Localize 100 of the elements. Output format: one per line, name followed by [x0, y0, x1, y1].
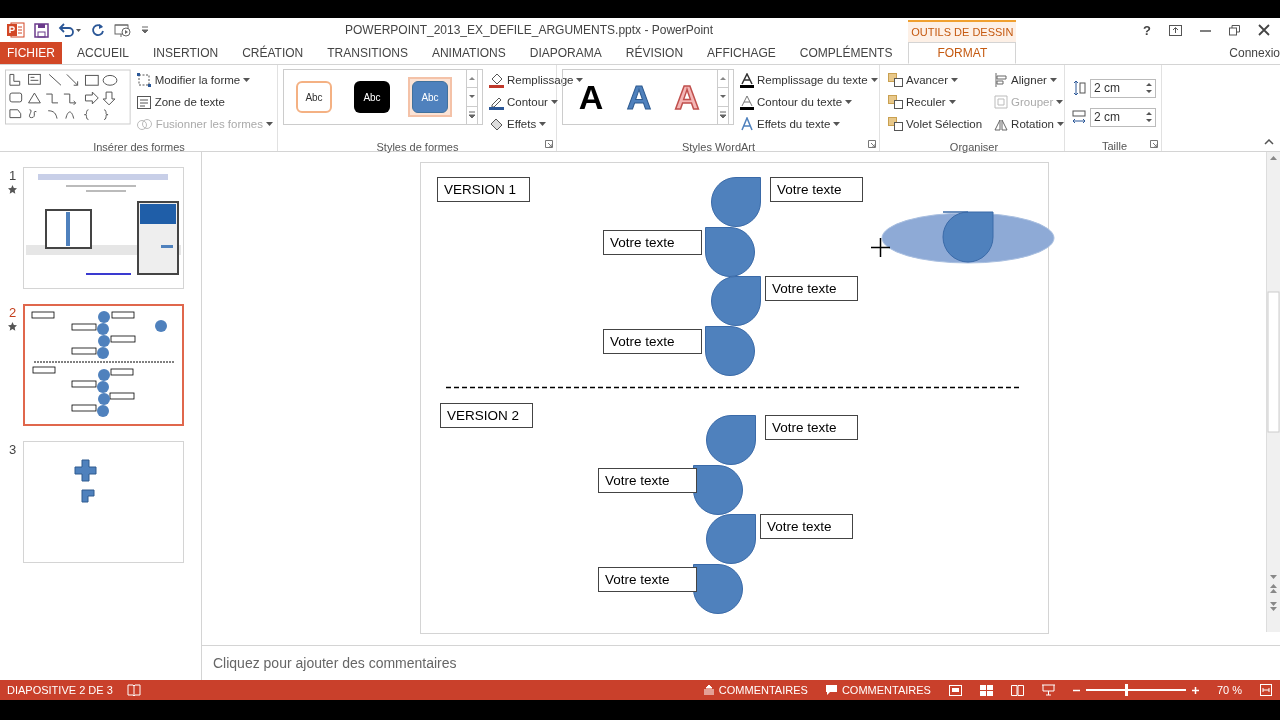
slideshow-icon[interactable]: [1041, 684, 1055, 696]
slide-indicator[interactable]: DIAPOSITIVE 2 DE 3: [7, 684, 113, 696]
sign-in-link[interactable]: Connexio: [1229, 42, 1280, 64]
version-label: VERSION 2: [440, 403, 533, 428]
teardrop-shape: [711, 276, 761, 326]
ribbon-tab[interactable]: TRANSITIONS: [315, 42, 420, 64]
crosshair-cursor-icon: [871, 238, 890, 257]
save-icon[interactable]: [34, 22, 49, 38]
selection-pane-icon: [888, 117, 903, 131]
ribbon-tab[interactable]: DIAPORAMA: [517, 42, 614, 64]
style-swatch[interactable]: Abc: [408, 77, 452, 117]
ribbon-button[interactable]: Avancer: [888, 71, 983, 89]
ribbon-tab[interactable]: FICHIER: [0, 42, 62, 64]
teardrop-shape: [711, 177, 761, 227]
ribbon-tab[interactable]: COMPLÉMENTS: [787, 42, 905, 64]
text-box: Votre texte: [765, 415, 858, 440]
customize-caret-icon[interactable]: [141, 26, 149, 34]
edit-shape-icon: [136, 73, 151, 87]
dialog-launcher-icon[interactable]: [868, 140, 876, 148]
group-label: Styles WordArt: [681, 141, 756, 153]
ribbon-display-icon[interactable]: [1169, 24, 1182, 36]
teardrop-shape: [706, 514, 756, 564]
powerpoint-logo-icon: [7, 22, 25, 38]
ribbon-button[interactable]: Remplissage: [489, 71, 584, 89]
text-box: Votre texte: [598, 468, 697, 493]
ribbon-button[interactable]: Effets: [489, 115, 584, 133]
ribbon-button[interactable]: Effets du texte: [740, 115, 878, 133]
text-box: Votre texte: [603, 230, 702, 255]
dialog-launcher-icon[interactable]: [1150, 140, 1158, 148]
collapse-ribbon-icon[interactable]: [1264, 139, 1274, 145]
layers-icon: [888, 95, 903, 109]
effects-icon: [489, 116, 504, 132]
teardrop-shape: [705, 227, 755, 277]
undo-icon[interactable]: [58, 23, 82, 37]
slide-number: 3: [8, 443, 17, 457]
close-icon[interactable]: [1258, 24, 1270, 36]
ribbon-tab[interactable]: CRÉATION: [230, 42, 316, 64]
group-label: Taille: [1101, 140, 1128, 152]
slideshow-icon[interactable]: [114, 22, 132, 38]
ribbon-tab[interactable]: INSERTION: [141, 42, 231, 64]
zoom-in-icon[interactable]: [1191, 686, 1199, 694]
slide-thumbnail[interactable]: [23, 304, 184, 426]
teardrop-shape: [705, 326, 755, 376]
normal-view-icon[interactable]: [948, 684, 962, 696]
slide-number: 1: [8, 169, 17, 183]
zoom-level[interactable]: 70 %: [1216, 684, 1242, 696]
dialog-launcher-icon[interactable]: [545, 140, 553, 148]
shape-height-icon: [1072, 80, 1086, 96]
help-button[interactable]: ?: [1143, 22, 1151, 38]
rotate-icon: [994, 117, 1009, 131]
text-box: Votre texte: [603, 329, 702, 354]
spell-check-icon[interactable]: [126, 684, 141, 696]
ribbon-button[interactable]: Zone de texte: [136, 93, 273, 111]
ribbon-button[interactable]: Rotation: [994, 115, 1064, 133]
redo-icon[interactable]: [91, 23, 105, 37]
text-box-icon: [136, 95, 151, 109]
shape-gallery-drawing[interactable]: [5, 69, 131, 125]
selected-shape-drawing[interactable]: [881, 211, 1056, 265]
comments-button[interactable]: COMMENTAIRES: [825, 684, 931, 696]
fit-slide-icon[interactable]: [1260, 684, 1272, 696]
notes-button[interactable]: COMMENTAIRES: [703, 684, 808, 696]
vertical-scrollbar[interactable]: [1266, 152, 1280, 632]
height-field[interactable]: 2 cm: [1090, 78, 1156, 98]
ribbon-button[interactable]: Reculer: [888, 93, 983, 111]
gallery-scroll-icon[interactable]: [717, 69, 729, 125]
notes-icon: [703, 685, 714, 695]
ribbon-tab[interactable]: AFFICHAGE: [695, 42, 788, 64]
group-label: Insérer des formes: [93, 141, 185, 153]
text-fill-icon: [740, 72, 754, 88]
wordart-swatch[interactable]: A: [621, 77, 657, 117]
width-field[interactable]: 2 cm: [1090, 107, 1156, 127]
ribbon-tab[interactable]: ACCUEIL: [65, 42, 141, 64]
spinner-icon[interactable]: [1146, 82, 1152, 94]
paint-bucket-icon: [489, 72, 504, 88]
text-box: Votre texte: [770, 177, 863, 202]
spinner-icon[interactable]: [1146, 111, 1152, 123]
ribbon-button[interactable]: Volet Sélection: [888, 115, 983, 133]
slide-sorter-icon[interactable]: [979, 684, 993, 696]
notes-placeholder[interactable]: Cliquez pour ajouter des commentaires: [213, 655, 457, 671]
text-box: Votre texte: [598, 567, 697, 592]
group-label: Styles de formes: [376, 141, 459, 153]
text-box: Votre texte: [760, 514, 853, 539]
version-label: VERSION 1: [437, 177, 530, 202]
ribbon-button[interactable]: Modifier la forme: [136, 71, 273, 89]
comment-icon: [825, 685, 837, 695]
gallery-scroll-icon[interactable]: [466, 69, 478, 125]
ribbon-tab[interactable]: RÉVISION: [613, 42, 696, 64]
layers-icon: [888, 73, 903, 87]
shape-width-icon: [1072, 109, 1086, 125]
ribbon-button[interactable]: Remplissage du texte: [740, 71, 878, 89]
text-box: Votre texte: [765, 276, 858, 301]
ribbon-button[interactable]: Contour du texte: [740, 93, 878, 111]
merge-shapes-icon: [136, 117, 152, 131]
ribbon-button[interactable]: Aligner: [994, 71, 1064, 89]
ribbon-tab[interactable]: FORMAT: [908, 42, 1017, 64]
zoom-slider-thumb[interactable]: [1124, 684, 1128, 696]
contextual-tab-group: OUTILS DE DESSIN: [908, 20, 1017, 42]
reading-view-icon[interactable]: [1010, 684, 1024, 696]
ribbon-tab[interactable]: ANIMATIONS: [419, 42, 518, 64]
restore-icon[interactable]: [1229, 24, 1240, 36]
